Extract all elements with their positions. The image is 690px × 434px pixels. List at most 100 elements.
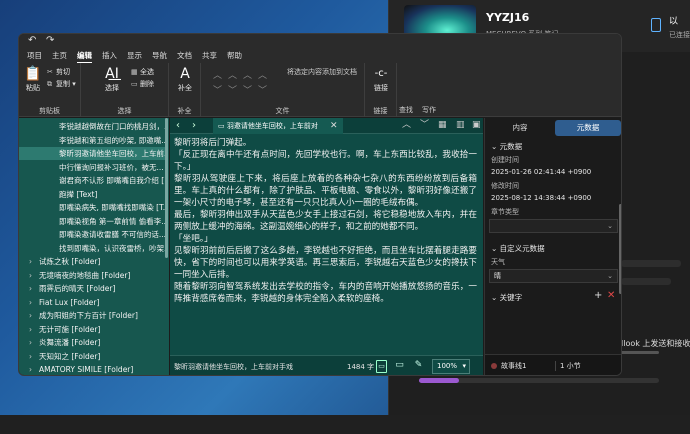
select-button[interactable]: A͟I 选择 [101, 67, 123, 93]
font-icon: A [180, 66, 190, 82]
link-button[interactable]: -c- 链接 [369, 67, 393, 93]
close-tab-icon[interactable]: ✕ [330, 118, 338, 134]
zoom-select[interactable]: 100% ▾ [432, 359, 470, 374]
cut-button[interactable]: ✂ 剪切 [47, 67, 70, 77]
weather-select[interactable]: 晴 ⌄ [489, 269, 618, 283]
tree-folder-item[interactable]: › 试炼之秋 [Folder] [19, 255, 165, 268]
tree-document-item[interactable]: 即嘴染视角 第一章前情 偷看李... [19, 215, 165, 228]
split-vertical-icon[interactable]: ▣ [472, 120, 481, 131]
clipboard-group-label: 剪贴板 [39, 107, 60, 115]
page-layout-icon[interactable]: ▭ [394, 360, 405, 373]
format-arrows-icon[interactable]: ︿︿︿︿ [213, 68, 273, 81]
document-icon: ▭ [218, 122, 227, 130]
add-keyword-icon[interactable]: + [594, 290, 602, 301]
tab-document[interactable]: 文档 [172, 48, 197, 63]
chevron-up-icon[interactable]: ︿ [402, 120, 411, 131]
tab-project[interactable]: 项目 [22, 48, 47, 63]
layout-icon[interactable]: ▦ [438, 120, 447, 131]
tree-folder-item[interactable]: › 无计可施 [Folder] [19, 323, 165, 336]
tree-document-item[interactable]: 中行懂询问报补习班价，被无... [19, 161, 165, 174]
tab-view[interactable]: 显示 [122, 48, 147, 63]
completion-label: 补全 [178, 84, 192, 92]
phone-link-status: 已连接 [669, 31, 690, 39]
pen-icon[interactable]: ✎ [413, 360, 424, 373]
tree-folder-item[interactable]: › 炎舞流潘 [Folder] [19, 336, 165, 349]
tree-document-item[interactable]: 黎昕羽邀请他坐车回校，上车前... [19, 147, 165, 160]
back-icon[interactable]: ‹ [176, 120, 180, 131]
copy-button[interactable]: ⧉ 复制 ▾ [47, 79, 76, 89]
add-to-document-text: 将选定内容添加到文档 [287, 68, 357, 76]
tree-document-item[interactable]: 谢君商不认形 即嘴嘴自我介绍 [... [19, 174, 165, 187]
chevron-down-icon[interactable]: ﹀ [420, 120, 429, 131]
tab-share[interactable]: 共享 [197, 48, 222, 63]
tree-document-item[interactable]: 李锐越和第五组的吵架, 即邀嘴... [19, 134, 165, 147]
write-group-label[interactable]: 写作 [422, 105, 444, 115]
metadata-section-header[interactable]: ⌄ 元数据 [491, 141, 522, 152]
tree-item-label: 成为阳姐的下方百计 [Folder] [39, 311, 138, 320]
paste-button[interactable]: 📋 粘贴 [22, 67, 44, 93]
tab-content[interactable]: 内容 [487, 120, 553, 136]
select-all-button[interactable]: ▦ 全选 [131, 67, 154, 77]
forward-icon[interactable]: › [192, 120, 196, 131]
binder-scrollbar[interactable] [165, 118, 168, 258]
inspector-scrollbar[interactable] [619, 204, 621, 294]
chevron-right-icon[interactable]: › [29, 350, 39, 363]
modified-value: 2025-08-12 14:38:44 +0900 [491, 194, 592, 202]
chevron-right-icon[interactable]: › [29, 363, 39, 375]
tab-help[interactable]: 帮助 [222, 48, 247, 63]
split-icon[interactable]: ▥ [456, 120, 465, 131]
format-arrows-icon[interactable]: ﹀﹀﹀﹀ [213, 83, 273, 96]
tree-document-item[interactable]: 李锐越越倒故在门口的桃月剑，... [19, 120, 165, 133]
tree-folder-item[interactable]: › 雨霁后的晴天 [Folder] [19, 282, 165, 295]
tree-document-item[interactable]: 即嘴染邀请收雷膳 不可信的话... [19, 228, 165, 241]
tab-insert[interactable]: 插入 [97, 48, 122, 63]
chevron-right-icon[interactable]: › [29, 282, 39, 295]
delete-button[interactable]: ▭ 删除 [131, 79, 154, 89]
zoom-value: 100% [437, 362, 458, 370]
custom-metadata-header[interactable]: ⌄ 自定义元数据 [491, 243, 545, 254]
editor-text[interactable]: 黎昕羽将后门弹起。 「反正现在离中午还有点时间，先回学校也行。啊，车上东西比较乱，… [174, 137, 477, 347]
chevron-right-icon[interactable]: › [29, 269, 39, 282]
select-group: A͟I 选择 ▦ 全选 ▭ 删除 选择 [81, 63, 169, 117]
chevron-right-icon[interactable]: › [29, 255, 39, 268]
tree-document-item[interactable]: 跑撵 [Text] [19, 188, 165, 201]
binder-tree: 李锐越越倒故在门口的桃月剑，... 李锐越和第五组的吵架, 即邀嘴... 黎昕羽邀请… [19, 118, 169, 375]
tab-metadata[interactable]: 元数据 [555, 120, 621, 136]
find-group-label[interactable]: 查找 [399, 105, 421, 115]
tab-navigate[interactable]: 导航 [147, 48, 172, 63]
chevron-right-icon[interactable]: › [29, 336, 39, 349]
remove-keyword-icon[interactable]: ✕ [607, 290, 615, 301]
tree-folder-item[interactable]: › 无境喃夜的地毯曲 [Folder] [19, 269, 165, 282]
tree-document-item[interactable]: 找到即嘴染，认识夜雷桥，吵架... [19, 242, 165, 255]
tree-item-label: 无境喃夜的地毯曲 [Folder] [39, 270, 131, 280]
editor-paragraph: 「坐吧。」 [174, 234, 213, 244]
tree-item-label: 炎舞流潘 [Folder] [39, 338, 101, 347]
completion-button[interactable]: A 补全 [174, 67, 196, 93]
keywords-section-header[interactable]: ⌄ 关键字 [491, 292, 522, 303]
ribbon: 📋 粘贴 ✂ 剪切 ⧉ 复制 ▾ 剪贴板 A͟I 选择 ▦ 全选 ▭ 删除 选择 A 补… [19, 63, 621, 117]
chevron-down-icon: ⌄ [607, 222, 613, 230]
created-value: 2025-01-26 02:41:44 +0900 [491, 168, 592, 176]
chevron-right-icon[interactable]: › [29, 309, 39, 322]
chapter-type-select[interactable]: ⌄ [489, 219, 618, 233]
tab-edit[interactable]: 编辑 [72, 48, 97, 63]
placeholder-bar [621, 278, 671, 285]
title-bar: ↶ ↷ [19, 34, 621, 48]
select-all-label: 全选 [140, 68, 154, 76]
tab-home[interactable]: 主页 [47, 48, 72, 63]
chevron-right-icon[interactable]: › [29, 296, 39, 309]
tree-folder-item[interactable]: › AMATORY SIMILE [Folder] [19, 363, 165, 375]
tree-folder-item[interactable]: › 成为阳姐的下方百计 [Folder] [19, 309, 165, 322]
tree-document-item[interactable]: 即嘴染病失, 即嘴嘴找即嘴染 [T... [19, 201, 165, 214]
page-view-icon[interactable]: ▭ [376, 360, 387, 373]
copy-label: 复制 [56, 80, 70, 88]
file-group: ︿︿︿︿ ﹀﹀﹀﹀ 将选定内容添加到文档 文件 [201, 63, 365, 117]
redo-icon[interactable]: ↷ [46, 35, 54, 46]
undo-icon[interactable]: ↶ [28, 35, 36, 46]
editor-tab[interactable]: ▭ 羽邀请他坐车回校，上车前对 [213, 118, 343, 134]
tree-folder-item[interactable]: › Fiat Lux [Folder] [19, 296, 165, 309]
chevron-right-icon[interactable]: › [29, 323, 39, 336]
delete-icon: ▭ [131, 80, 138, 88]
tree-folder-item[interactable]: › 天知知之 [Folder] [19, 350, 165, 363]
outlook-text: llook 上发送和接收 [621, 339, 690, 348]
